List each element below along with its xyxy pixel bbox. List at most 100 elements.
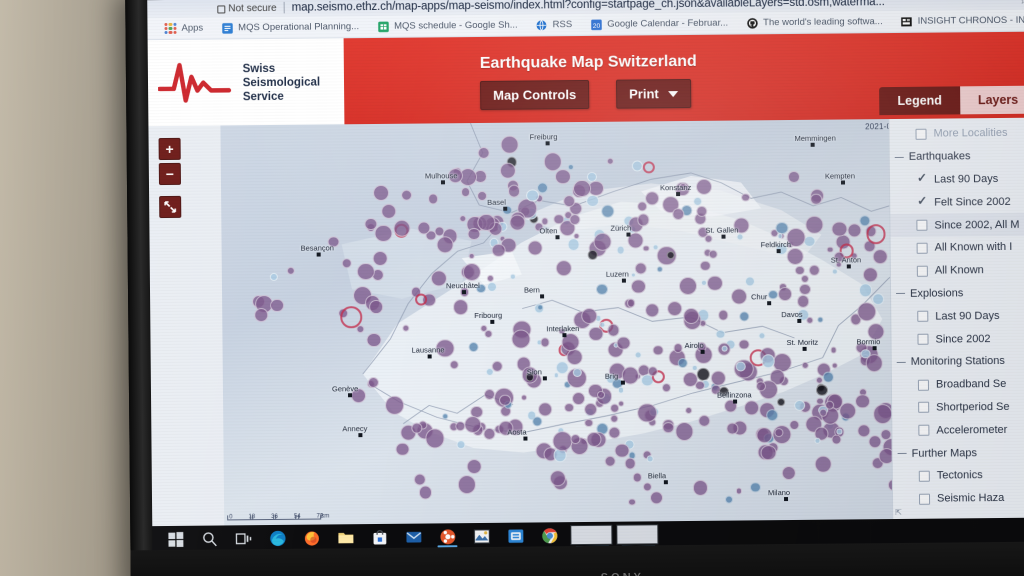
legend-item-12[interactable]: Shortperiod Se [892, 395, 1024, 419]
earthquake-marker[interactable] [803, 235, 816, 248]
bookmark-mqs-schedule[interactable]: MQS schedule - Google Sh... [368, 19, 527, 33]
earthquake-marker[interactable] [357, 263, 375, 281]
earthquake-marker[interactable] [624, 457, 636, 470]
earthquake-marker[interactable] [735, 361, 746, 372]
earthquake-marker[interactable] [401, 324, 410, 332]
earthquake-marker[interactable] [596, 283, 608, 295]
bookmark-github[interactable]: The world's leading softwa... [737, 16, 892, 29]
mail-app[interactable] [396, 523, 430, 549]
earthquake-marker[interactable] [857, 424, 871, 438]
earthquake-marker[interactable] [573, 179, 591, 198]
earthquake-marker[interactable] [532, 416, 543, 427]
legend-item-6[interactable]: All Known [891, 258, 1024, 282]
earthquake-marker[interactable] [441, 412, 449, 420]
earthquake-marker[interactable] [730, 288, 747, 305]
earthquake-marker[interactable] [499, 394, 511, 406]
earthquake-marker[interactable] [647, 366, 658, 377]
earthquake-marker[interactable] [395, 442, 410, 457]
print-button[interactable]: Print [616, 78, 691, 109]
earthquake-marker[interactable] [369, 300, 384, 314]
earthquake-marker[interactable] [678, 277, 697, 295]
earthquake-marker[interactable] [836, 428, 843, 435]
earthquake-marker[interactable] [794, 265, 805, 276]
earthquake-marker[interactable] [456, 440, 466, 450]
earthquake-marker[interactable] [564, 402, 574, 413]
earthquake-marker[interactable] [666, 300, 682, 316]
earthquake-marker[interactable] [372, 250, 388, 266]
earthquake-marker[interactable] [808, 264, 820, 276]
earthquake-marker[interactable] [642, 245, 650, 252]
earthquake-marker[interactable] [838, 401, 857, 420]
earthquake-marker[interactable] [520, 394, 527, 401]
firefox-app[interactable] [294, 524, 328, 550]
earthquake-marker[interactable] [585, 431, 602, 448]
earthquake-marker[interactable] [491, 360, 503, 372]
earthquake-marker[interactable] [816, 384, 828, 396]
bookmark-mqs-planning[interactable]: MQS Operational Planning... [212, 21, 368, 34]
earthquake-marker[interactable] [814, 455, 832, 473]
earthquake-marker[interactable] [526, 188, 539, 202]
earthquake-marker[interactable] [367, 376, 379, 388]
checkbox[interactable] [917, 379, 929, 391]
start-button[interactable] [158, 526, 192, 552]
checkbox[interactable] [916, 265, 928, 277]
earthquake-marker[interactable] [823, 371, 834, 383]
earthquake-marker[interactable] [500, 135, 519, 154]
earthquake-marker[interactable] [616, 336, 631, 350]
earthquake-marker[interactable] [683, 307, 700, 324]
legend-group-1[interactable]: Earthquakes [890, 144, 1024, 168]
legend-item-13[interactable]: Accelerometer [892, 418, 1024, 442]
checkbox[interactable] [918, 424, 930, 437]
earthquake-marker[interactable] [787, 171, 800, 184]
earthquake-marker[interactable] [538, 402, 553, 417]
edge-app[interactable] [260, 525, 294, 551]
earthquake-marker[interactable] [552, 430, 573, 451]
bookmark-apps[interactable]: Apps [155, 22, 212, 35]
earthquake-marker[interactable] [340, 306, 363, 328]
earthquake-marker[interactable] [819, 408, 828, 417]
bookmark-rss[interactable]: RSS [527, 19, 582, 32]
earthquake-marker[interactable] [587, 249, 598, 260]
star-icon[interactable]: ☆ [1019, 0, 1024, 7]
legend-group-10[interactable]: Monitoring Stations [892, 350, 1024, 374]
earthquake-marker[interactable] [831, 221, 848, 237]
collapse-minus-icon[interactable] [895, 153, 904, 162]
earthquake-marker[interactable] [628, 498, 636, 506]
legend-item-8[interactable]: Last 90 Days [891, 304, 1024, 328]
earthquake-marker[interactable] [452, 298, 469, 315]
legend-item-4[interactable]: Since 2002, All M [890, 212, 1024, 238]
earthquake-marker[interactable] [573, 233, 580, 240]
earthquake-marker[interactable] [508, 184, 521, 198]
earthquake-marker[interactable] [527, 239, 543, 256]
earthquake-marker[interactable] [760, 444, 777, 461]
photos-app[interactable] [464, 523, 498, 549]
checkbox[interactable] [917, 310, 929, 323]
store-app[interactable] [362, 524, 396, 550]
earthquake-marker[interactable] [424, 428, 445, 449]
earthquake-marker[interactable] [855, 394, 870, 409]
checkbox[interactable] [918, 493, 931, 505]
legend-item-3[interactable]: Felt Since 2002 [890, 190, 1024, 214]
earthquake-marker[interactable] [810, 193, 822, 206]
zoom-out-button[interactable]: − [158, 162, 181, 186]
earthquake-marker[interactable] [483, 427, 496, 440]
legend-group-14[interactable]: Further Maps [892, 441, 1024, 465]
search-button[interactable] [192, 525, 226, 551]
earthquake-marker[interactable] [630, 278, 646, 294]
earthquake-marker[interactable] [464, 415, 482, 433]
earthquake-marker[interactable] [777, 233, 783, 239]
earthquake-marker[interactable] [430, 270, 448, 287]
earthquake-marker[interactable] [607, 323, 620, 337]
map-controls-button[interactable]: Map Controls [480, 79, 590, 110]
bookmark-google-calendar[interactable]: 20 Google Calendar - Februar... [581, 17, 737, 30]
legend-item-11[interactable]: Broadband Se [892, 372, 1024, 396]
earthquake-marker[interactable] [254, 308, 268, 323]
earthquake-marker[interactable] [401, 189, 413, 201]
earthquake-marker[interactable] [865, 224, 886, 244]
earthquake-marker[interactable] [583, 402, 598, 416]
earthquake-marker[interactable] [741, 192, 750, 202]
legend-resize-handle[interactable]: ⇱ [895, 508, 902, 517]
earthquake-marker[interactable] [632, 472, 643, 483]
earthquake-marker[interactable] [374, 224, 393, 242]
checkbox[interactable] [918, 470, 930, 482]
